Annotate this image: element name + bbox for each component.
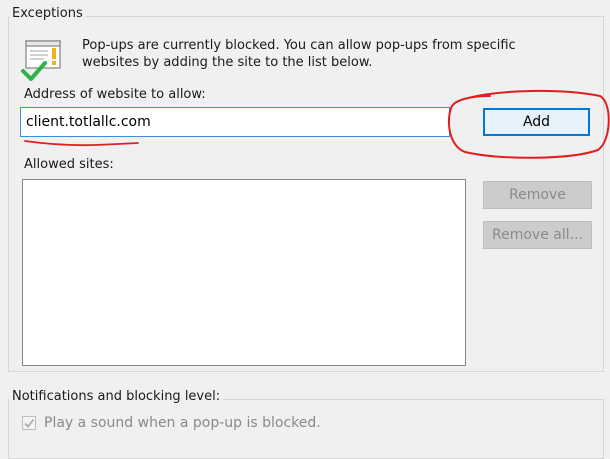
info-text: Pop-ups are currently blocked. You can a…	[82, 37, 552, 71]
notifications-legend: Notifications and blocking level:	[9, 389, 224, 404]
play-sound-label: Play a sound when a pop-up is blocked.	[44, 415, 321, 431]
remove-button[interactable]: Remove	[483, 181, 592, 209]
info-line-1: Pop-ups are currently blocked. You can a…	[82, 38, 516, 53]
address-input[interactable]	[20, 107, 450, 137]
info-line-2: websites by adding the site to the list …	[82, 55, 373, 70]
remove-all-button[interactable]: Remove all...	[483, 221, 592, 249]
add-button[interactable]: Add	[483, 108, 590, 136]
exceptions-legend: Exceptions	[9, 6, 86, 21]
address-label: Address of website to allow:	[24, 87, 206, 102]
checkmark-icon	[20, 58, 48, 84]
allowed-sites-label: Allowed sites:	[24, 157, 114, 172]
play-sound-checkbox[interactable]	[22, 416, 36, 430]
allowed-sites-list[interactable]	[22, 179, 466, 366]
checkbox-check-icon	[24, 419, 35, 428]
